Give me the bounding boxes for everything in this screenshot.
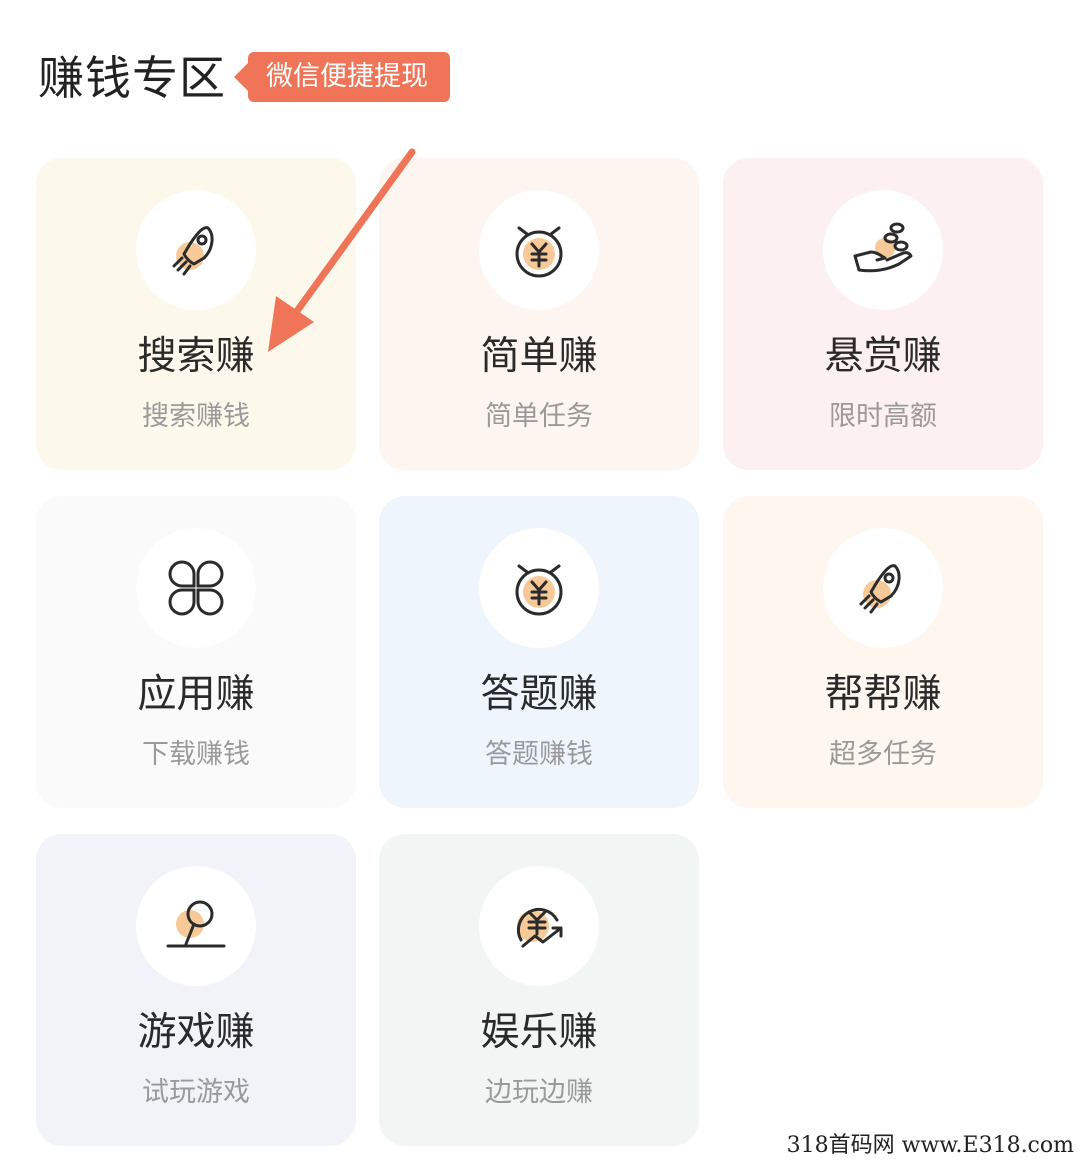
yuan-clock-icon xyxy=(515,226,563,278)
card-title: 娱乐赚 xyxy=(480,1010,598,1055)
card-title: 游戏赚 xyxy=(137,1010,255,1055)
icon-circle xyxy=(823,190,943,310)
card-fun-earn[interactable]: 娱乐赚 边玩边赚 xyxy=(379,834,699,1146)
icon-circle xyxy=(136,190,256,310)
joystick-icon xyxy=(166,900,226,948)
card-title: 答题赚 xyxy=(480,672,598,717)
icon-circle xyxy=(136,528,256,648)
yuan-growth-icon xyxy=(516,907,563,948)
card-subtitle: 简单任务 xyxy=(485,401,593,432)
yuan-clock-icon xyxy=(515,564,563,616)
card-simple-earn[interactable]: 简单赚 简单任务 xyxy=(379,158,699,470)
card-subtitle: 搜索赚钱 xyxy=(142,401,250,432)
card-app-earn[interactable]: 应用赚 下载赚钱 xyxy=(36,496,356,808)
card-title: 帮帮赚 xyxy=(824,672,942,717)
card-title: 应用赚 xyxy=(137,672,255,717)
rocket-icon xyxy=(859,564,901,614)
card-subtitle: 边玩边赚 xyxy=(485,1077,593,1108)
card-search-earn[interactable]: 搜索赚 搜索赚钱 xyxy=(36,158,356,470)
watermark: 318首码网 www.E318.com xyxy=(776,1129,1080,1163)
coins-hand-icon xyxy=(853,222,913,273)
card-quiz-earn[interactable]: 答题赚 答题赚钱 xyxy=(379,496,699,808)
card-game-earn[interactable]: 游戏赚 试玩游戏 xyxy=(36,834,356,1146)
icon-circle xyxy=(136,866,256,986)
card-subtitle: 答题赚钱 xyxy=(485,739,593,770)
withdraw-badge: 微信便捷提现 xyxy=(234,52,450,102)
card-subtitle: 试玩游戏 xyxy=(142,1077,250,1108)
icon-circle xyxy=(823,528,943,648)
icon-circle xyxy=(479,866,599,986)
section-title: 赚钱专区 xyxy=(38,51,226,105)
app-grid-icon xyxy=(168,560,224,616)
card-subtitle: 下载赚钱 xyxy=(142,739,250,770)
card-subtitle: 超多任务 xyxy=(829,739,937,770)
card-title: 悬赏赚 xyxy=(824,334,942,379)
card-subtitle: 限时高额 xyxy=(829,401,937,432)
card-title: 搜索赚 xyxy=(137,334,255,379)
icon-circle xyxy=(479,528,599,648)
rocket-icon xyxy=(172,226,214,276)
icon-circle xyxy=(479,190,599,310)
card-title: 简单赚 xyxy=(480,334,598,379)
card-help-earn[interactable]: 帮帮赚 超多任务 xyxy=(723,496,1043,808)
card-bounty-earn[interactable]: 悬赏赚 限时高额 xyxy=(723,158,1043,470)
